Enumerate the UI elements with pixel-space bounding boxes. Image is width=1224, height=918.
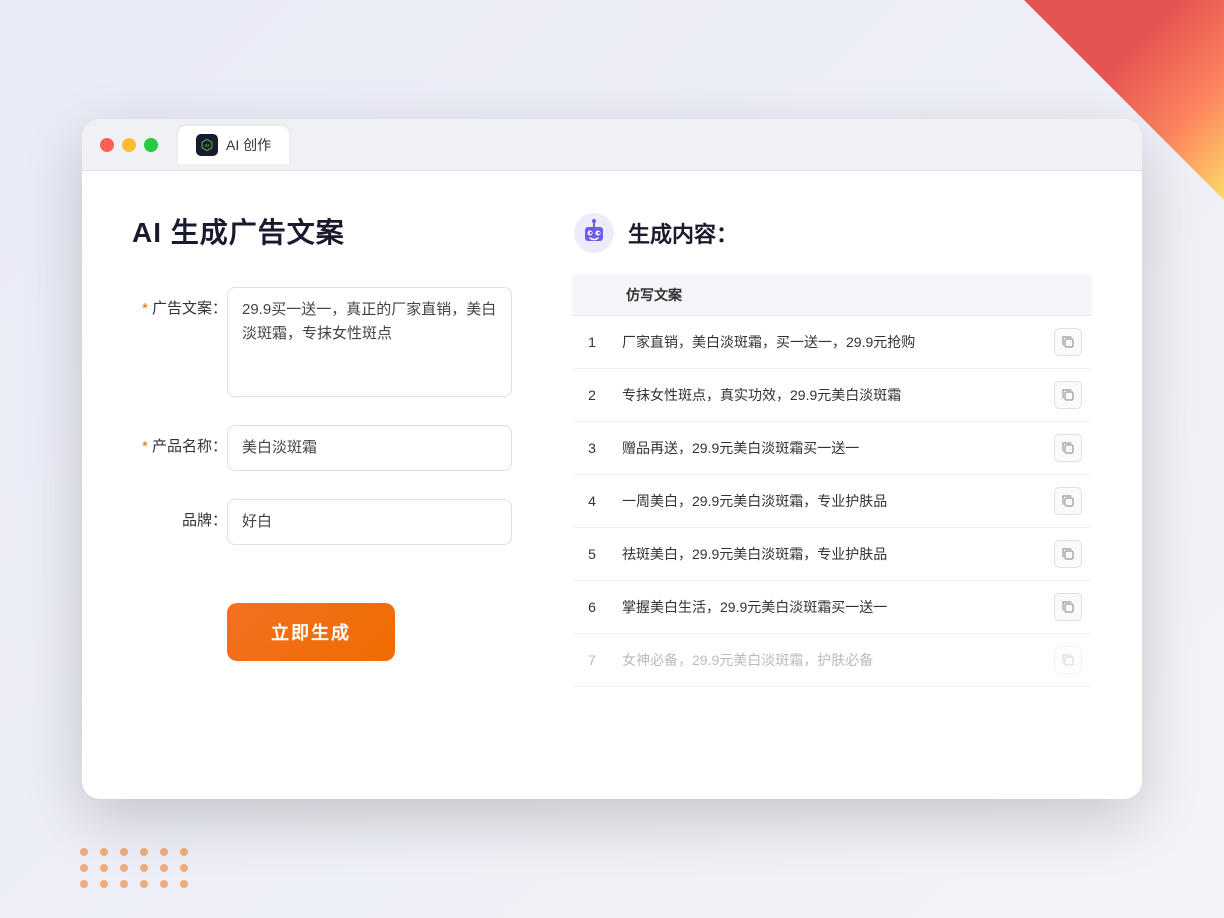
generate-button[interactable]: 立即生成 [227, 603, 395, 661]
ad-copy-label: *广告文案： [132, 287, 227, 318]
product-name-input[interactable] [227, 425, 512, 471]
page-title: AI 生成广告文案 [132, 211, 512, 251]
row-text: 厂家直销，美白淡斑霜，买一送一，29.9元抢购 [612, 316, 1044, 369]
ad-copy-input[interactable] [227, 287, 512, 397]
title-bar: AI AI 创作 [82, 119, 1142, 171]
row-text: 一周美白，29.9元美白淡斑霜，专业护肤品 [612, 475, 1044, 528]
row-number: 7 [572, 634, 612, 687]
row-text: 赠品再送，29.9元美白淡斑霜买一送一 [612, 422, 1044, 475]
brand-input[interactable] [227, 499, 512, 545]
product-name-group: *产品名称： [132, 425, 512, 471]
close-button[interactable] [100, 138, 114, 152]
right-panel-title: 生成内容： [628, 217, 738, 249]
table-row: 5祛斑美白，29.9元美白淡斑霜，专业护肤品 [572, 528, 1092, 581]
robot-icon [572, 211, 616, 255]
table-row: 3赠品再送，29.9元美白淡斑霜买一送一 [572, 422, 1092, 475]
row-number: 3 [572, 422, 612, 475]
brand-label: 品牌： [132, 499, 227, 530]
minimize-button[interactable] [122, 138, 136, 152]
copy-button[interactable] [1054, 593, 1082, 621]
copy-button[interactable] [1054, 434, 1082, 462]
required-star-2: * [142, 438, 148, 455]
table-row: 2专抹女性斑点，真实功效，29.9元美白淡斑霜 [572, 369, 1092, 422]
copy-button[interactable] [1054, 381, 1082, 409]
copy-button[interactable] [1054, 328, 1082, 356]
table-row: 6掌握美白生活，29.9元美白淡斑霜买一送一 [572, 581, 1092, 634]
row-text: 女神必备，29.9元美白淡斑霜，护肤必备 [612, 634, 1044, 687]
decorative-dots-bl [80, 848, 192, 888]
ad-copy-group: *广告文案： [132, 287, 512, 397]
row-number: 5 [572, 528, 612, 581]
results-table: 仿写文案 1厂家直销，美白淡斑霜，买一送一，29.9元抢购2专抹女性斑点，真实功… [572, 275, 1092, 687]
copy-button[interactable] [1054, 540, 1082, 568]
table-row: 1厂家直销，美白淡斑霜，买一送一，29.9元抢购 [572, 316, 1092, 369]
col-num-header [572, 275, 612, 316]
col-action-header [1044, 275, 1092, 316]
tab-icon: AI [196, 134, 218, 156]
ai-creation-tab[interactable]: AI AI 创作 [178, 126, 289, 164]
copy-button[interactable] [1054, 487, 1082, 515]
row-text: 专抹女性斑点，真实功效，29.9元美白淡斑霜 [612, 369, 1044, 422]
row-number: 4 [572, 475, 612, 528]
right-header: 生成内容： [572, 211, 1092, 255]
tab-label: AI 创作 [226, 135, 271, 155]
row-number: 1 [572, 316, 612, 369]
col-copy-header: 仿写文案 [612, 275, 1044, 316]
right-panel: 生成内容： 仿写文案 1厂家直销，美白淡斑霜，买一送一，29.9元抢购2专抹女性… [572, 211, 1092, 751]
row-text: 掌握美白生活，29.9元美白淡斑霜买一送一 [612, 581, 1044, 634]
svg-text:AI: AI [205, 143, 211, 149]
browser-window: AI AI 创作 AI 生成广告文案 *广告文案： *产品名称： [82, 119, 1142, 799]
table-row: 4一周美白，29.9元美白淡斑霜，专业护肤品 [572, 475, 1092, 528]
table-row: 7女神必备，29.9元美白淡斑霜，护肤必备 [572, 634, 1092, 687]
left-panel: AI 生成广告文案 *广告文案： *产品名称： 品牌： 立 [132, 211, 512, 751]
row-number: 2 [572, 369, 612, 422]
main-content: AI 生成广告文案 *广告文案： *产品名称： 品牌： 立 [82, 171, 1142, 791]
brand-group: 品牌： [132, 499, 512, 545]
row-text: 祛斑美白，29.9元美白淡斑霜，专业护肤品 [612, 528, 1044, 581]
copy-button[interactable] [1054, 646, 1082, 674]
required-star: * [142, 300, 148, 317]
row-number: 6 [572, 581, 612, 634]
product-name-label: *产品名称： [132, 425, 227, 456]
traffic-lights [100, 138, 158, 152]
maximize-button[interactable] [144, 138, 158, 152]
